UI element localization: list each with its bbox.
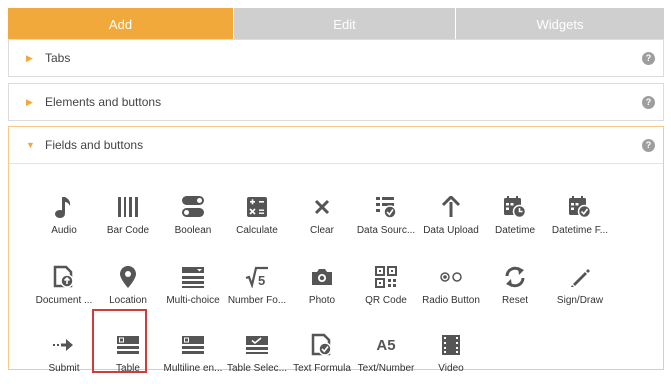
- field-label: Data Sourc...: [356, 225, 416, 236]
- refresh-icon: [497, 264, 533, 290]
- field-label: Bar Code: [106, 225, 150, 236]
- data-source-icon: [368, 194, 404, 220]
- calendar-clock-icon: [497, 194, 533, 220]
- field-label: Text/Number: [357, 363, 415, 374]
- music-note-icon: [46, 194, 82, 220]
- field-label: Photo: [308, 295, 336, 306]
- calculator-icon: [239, 194, 275, 220]
- field-text-number[interactable]: A5 Text/Number: [354, 326, 418, 384]
- qr-code-icon: [368, 264, 404, 290]
- section-elements-and-buttons: ▶ Elements and buttons ?: [8, 83, 664, 121]
- text-number-icon: A5: [368, 332, 404, 358]
- field-label: Submit: [48, 363, 80, 374]
- field-data-source[interactable]: Data Sourc...: [354, 188, 418, 246]
- collapse-arrow-icon: ▼: [26, 140, 35, 150]
- field-video[interactable]: Video: [419, 326, 483, 384]
- field-label: QR Code: [365, 295, 407, 306]
- document-check-icon: [304, 332, 340, 358]
- section-tabs: ▶ Tabs ?: [8, 39, 664, 77]
- field-multi-choice[interactable]: Multi-choice: [161, 258, 225, 316]
- field-label: Video: [438, 363, 464, 374]
- field-clear[interactable]: Clear: [290, 188, 354, 246]
- tab-add[interactable]: Add: [8, 8, 233, 41]
- field-label: Table Selec...: [226, 363, 288, 374]
- table-select-icon: [239, 332, 275, 358]
- field-datetime[interactable]: Datetime: [483, 188, 547, 246]
- expand-arrow-icon: ▶: [26, 96, 33, 107]
- arrow-up-icon: [433, 194, 469, 220]
- map-pin-icon: [110, 264, 146, 290]
- film-icon: [433, 332, 469, 358]
- field-label: Boolean: [174, 225, 212, 236]
- help-icon[interactable]: ?: [642, 95, 655, 109]
- tab-edit[interactable]: Edit: [233, 8, 455, 41]
- field-label: Multi-choice: [166, 295, 220, 306]
- close-icon: [304, 194, 340, 220]
- field-bar-code[interactable]: Bar Code: [96, 188, 160, 246]
- field-qr-code[interactable]: QR Code: [354, 258, 418, 316]
- field-label: Document ...: [35, 295, 93, 306]
- field-radio-button[interactable]: Radio Button: [419, 258, 483, 316]
- field-label: Datetime F...: [551, 225, 609, 236]
- section-elements-header[interactable]: ▶ Elements and buttons ?: [9, 84, 663, 120]
- field-label: Audio: [51, 225, 77, 236]
- pencil-icon: [562, 264, 598, 290]
- field-label: Datetime: [494, 225, 535, 236]
- field-data-upload[interactable]: Data Upload: [419, 188, 483, 246]
- calendar-check-icon: [562, 194, 598, 220]
- field-number-formula[interactable]: 5 Number Fo...: [225, 258, 289, 316]
- field-label: Radio Button: [422, 295, 480, 306]
- field-label: Sign/Draw: [556, 295, 604, 306]
- field-boolean[interactable]: Boolean: [161, 188, 225, 246]
- field-text-formula[interactable]: Text Formula: [290, 326, 354, 384]
- barcode-icon: [110, 194, 146, 220]
- field-label: Data Upload: [423, 225, 479, 236]
- field-label: Multiline en...: [163, 363, 223, 374]
- toggle-icon: [175, 194, 211, 220]
- field-label: Clear: [310, 225, 334, 236]
- section-fields-header[interactable]: ▼ Fields and buttons ?: [9, 127, 663, 164]
- field-calculate[interactable]: Calculate: [225, 188, 289, 246]
- field-multiline-entry[interactable]: Multiline en...: [161, 326, 225, 384]
- field-label: Reset: [501, 295, 529, 306]
- tab-widgets[interactable]: Widgets: [455, 8, 664, 41]
- field-label: Calculate: [236, 225, 278, 236]
- section-tabs-header[interactable]: ▶ Tabs ?: [9, 40, 663, 76]
- field-sign-draw[interactable]: Sign/Draw: [548, 258, 612, 316]
- arrow-right-icon: [46, 332, 82, 358]
- field-label: Text Formula: [293, 363, 351, 374]
- field-location[interactable]: Location: [96, 258, 160, 316]
- section-tabs-title: Tabs: [45, 51, 71, 65]
- document-upload-icon: [46, 264, 82, 290]
- section-elements-title: Elements and buttons: [45, 95, 162, 109]
- radio-button-icon: [433, 264, 469, 290]
- section-fields-title: Fields and buttons: [45, 138, 144, 152]
- help-icon[interactable]: ?: [642, 51, 655, 65]
- text-number-glyph: A5: [376, 336, 396, 354]
- field-table-select[interactable]: Table Selec...: [225, 326, 289, 384]
- square-root-icon: 5: [239, 264, 275, 290]
- field-label: Number Fo...: [227, 295, 287, 306]
- field-photo[interactable]: Photo: [290, 258, 354, 316]
- tab-bar: Add Edit Widgets: [8, 8, 664, 41]
- field-document[interactable]: Document ...: [32, 258, 96, 316]
- list-dropdown-icon: [175, 264, 211, 290]
- field-submit[interactable]: Submit: [32, 326, 96, 384]
- field-datetime-formula[interactable]: Datetime F...: [548, 188, 612, 246]
- selected-highlight: [92, 309, 147, 373]
- camera-icon: [304, 264, 340, 290]
- field-label: Location: [109, 295, 147, 306]
- multiline-icon: [175, 332, 211, 358]
- expand-arrow-icon: ▶: [26, 52, 33, 63]
- help-icon[interactable]: ?: [642, 138, 655, 152]
- svg-text:5: 5: [258, 273, 265, 288]
- field-reset[interactable]: Reset: [483, 258, 547, 316]
- field-audio[interactable]: Audio: [32, 188, 96, 246]
